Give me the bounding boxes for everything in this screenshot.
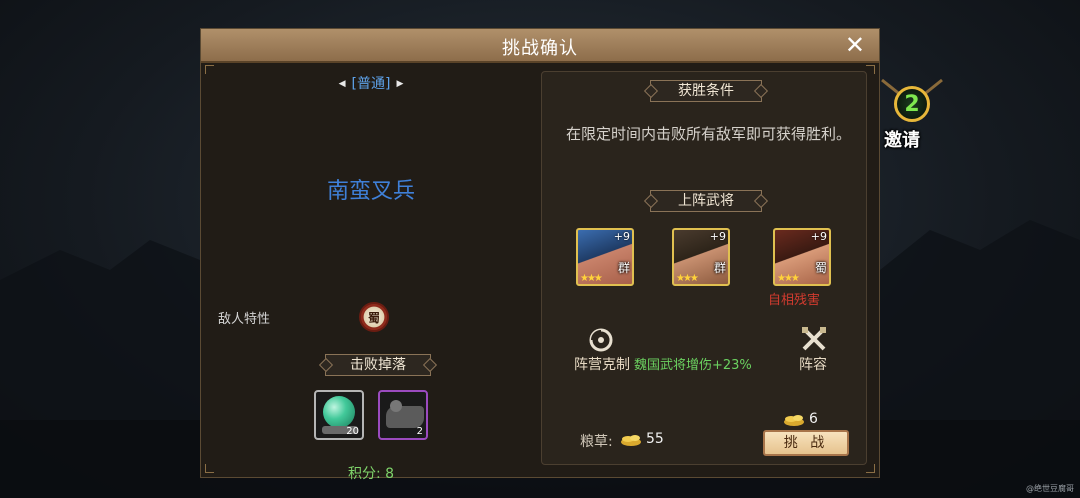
general-stars: ★★★ <box>777 273 800 284</box>
enemy-info-panel: ◀ [普通] ▶ 南蛮叉兵 敌人特性 蜀 击败掉落 20 2 积分: 8 <box>207 65 535 482</box>
general-portrait[interactable]: +9 群 ★★★ <box>672 228 730 286</box>
general-faction: 群 <box>617 261 630 275</box>
invite-button[interactable]: 2 邀请 <box>880 78 944 152</box>
drop-item-jade[interactable]: 20 <box>314 390 364 440</box>
general-stars: ★★★ <box>580 273 603 284</box>
mount-head <box>390 400 402 412</box>
general-debuff-tag: 自相残害 <box>768 293 821 308</box>
general-level: +9 <box>709 230 726 243</box>
general-faction: 群 <box>713 261 726 275</box>
victory-condition-title: 获胜条件 <box>650 80 762 102</box>
general-level: +9 <box>613 230 630 243</box>
item-count: 2 <box>416 426 423 437</box>
general-faction: 蜀 <box>814 261 827 275</box>
drop-item-mount[interactable]: 2 <box>378 390 428 440</box>
frame-corner <box>866 65 875 74</box>
challenge-button[interactable]: 挑 战 <box>763 430 849 456</box>
enemy-trait-label: 敌人特性 <box>218 312 271 327</box>
general-stars: ★★★ <box>676 273 699 284</box>
shu-faction-icon[interactable]: 蜀 <box>359 302 389 332</box>
frame-corner <box>866 464 875 473</box>
jade-orb-icon <box>323 396 355 428</box>
enemy-name: 南蛮叉兵 <box>326 179 415 204</box>
gold-ingot-icon <box>784 415 804 426</box>
faction-counter-bonus: 魏国武将增伤+23% <box>634 358 752 373</box>
dialog-titlebar: 挑战确认 ✕ <box>201 29 879 63</box>
gold-ingot-icon <box>621 435 641 446</box>
general-level: +9 <box>810 230 827 243</box>
item-count: 20 <box>346 426 359 437</box>
battle-info-panel: 获胜条件 在限定时间内击败所有敌军即可获得胜利。 上阵武将 +9 群 ★★★ +… <box>541 71 867 465</box>
invite-count-badge: 2 <box>894 86 930 122</box>
faction-counter-icon[interactable] <box>589 328 613 352</box>
drops-title: 击败掉落 <box>325 354 431 376</box>
dialog-title: 挑战确认 <box>502 38 578 59</box>
deployed-generals-title: 上阵武将 <box>650 190 762 212</box>
victory-condition-text: 在限定时间内击败所有敌军即可获得胜利。 <box>566 125 852 143</box>
difficulty-label: [普通] <box>351 76 391 92</box>
score-text: 积分: 8 <box>347 466 395 482</box>
close-button[interactable]: ✕ <box>845 31 865 59</box>
faction-counter-label: 阵营克制 <box>574 357 630 373</box>
crossed-swords-icon[interactable] <box>800 326 828 352</box>
challenge-cost-value: 6 <box>809 411 818 427</box>
prev-difficulty-icon[interactable]: ◀ <box>339 79 346 89</box>
food-label: 粮草: <box>580 434 613 450</box>
food-value: 55 <box>646 431 664 447</box>
general-portrait[interactable]: +9 蜀 ★★★ <box>773 228 831 286</box>
challenge-confirm-dialog: 挑战确认 ✕ ◀ [普通] ▶ 南蛮叉兵 敌人特性 蜀 击败掉落 20 2 积分: … <box>200 28 880 482</box>
invite-label: 邀请 <box>884 130 920 151</box>
lineup-label[interactable]: 阵容 <box>799 354 827 374</box>
watermark: @绝世豆腐哥 <box>1026 484 1074 493</box>
general-portrait[interactable]: +9 群 ★★★ <box>576 228 634 286</box>
next-difficulty-icon[interactable]: ▶ <box>396 79 403 89</box>
difficulty-selector[interactable]: ◀ [普通] ▶ <box>207 73 535 93</box>
